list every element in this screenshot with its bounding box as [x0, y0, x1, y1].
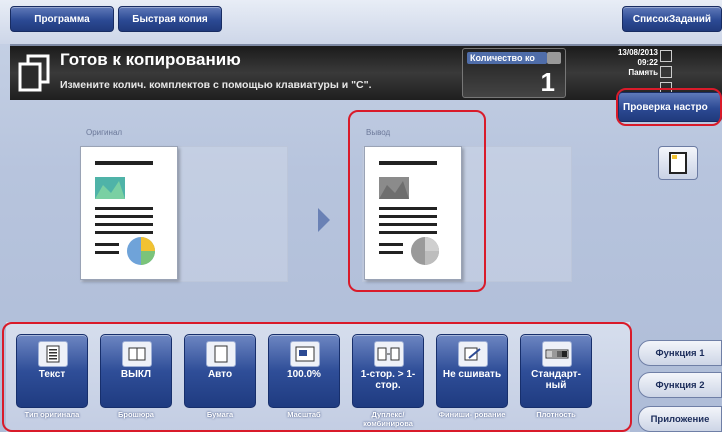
zoom-caption: Масштаб: [287, 410, 321, 419]
paper-button[interactable]: Авто: [184, 334, 256, 408]
copy-count-box[interactable]: Количество ко 1: [462, 48, 566, 98]
duplex-button[interactable]: 1-стор. > 1-стор.: [352, 334, 424, 408]
original-type-button[interactable]: Текст: [16, 334, 88, 408]
density-button[interactable]: Стандарт- ный: [520, 334, 592, 408]
paper-caption: Бумага: [206, 410, 234, 419]
booklet-caption: Брошюра: [118, 410, 154, 419]
arrow-right-icon: [318, 208, 330, 232]
top-bar: Программа Быстрая копия СписокЗаданий: [0, 0, 722, 44]
time-text: 09:22: [637, 58, 658, 67]
tab-function-2[interactable]: Функция 2: [638, 372, 722, 398]
date-time: 13/08/2013 09:22 Память: [614, 48, 658, 78]
original-type-value: Текст: [38, 369, 66, 380]
density-caption: Плотность: [536, 410, 576, 419]
original-label: Оригинал: [86, 128, 123, 137]
staple-icon: [458, 341, 488, 367]
original-type-caption: Тип оригинала: [24, 410, 80, 419]
tab-function-1[interactable]: Функция 1: [638, 340, 722, 366]
original-page-graphic: [95, 161, 155, 265]
tab-application[interactable]: Приложение: [638, 406, 722, 432]
orientation-button[interactable]: [658, 146, 698, 180]
output-label: Вывод: [366, 128, 391, 137]
quick-copy-button[interactable]: Быстрая копия: [118, 6, 222, 32]
finishing-value: Не сшивать: [442, 369, 502, 380]
status-message: Измените колич. комплектов с помощью кла…: [60, 79, 372, 91]
portrait-page-icon: [669, 152, 687, 174]
booklet-button[interactable]: ВЫКЛ: [100, 334, 172, 408]
paper-icon: [206, 341, 236, 367]
zoom-value: 100.0%: [287, 369, 321, 380]
toner-icon: [660, 66, 672, 78]
finishing-button[interactable]: Не сшивать: [436, 334, 508, 408]
check-settings-button[interactable]: Проверка настро: [618, 92, 722, 122]
booklet-value: ВЫКЛ: [120, 369, 152, 380]
density-icon: [542, 341, 572, 367]
memory-icon: [660, 50, 672, 62]
text-document-icon: [38, 341, 68, 367]
program-button[interactable]: Программа: [10, 6, 114, 32]
density-value: Стандарт- ный: [531, 369, 581, 391]
memory-label: Память: [628, 68, 658, 77]
copy-icon: [18, 54, 50, 92]
copy-count-value: 1: [540, 67, 555, 97]
paper-value: Авто: [207, 369, 233, 380]
duplex-icon: [374, 341, 404, 367]
status-bar: Готов к копированию Измените колич. комп…: [10, 44, 722, 100]
status-side-icons: [660, 50, 676, 98]
zoom-icon: [290, 341, 320, 367]
duplex-caption: Дуплекс/ комбинирова: [363, 410, 413, 428]
copy-screen: Программа Быстрая копия СписокЗаданий Го…: [0, 0, 722, 432]
copy-count-label: Количество ко: [467, 52, 547, 64]
output-page-graphic: [379, 161, 439, 265]
function-panel: Текст Тип оригинала ВЫКЛ Брошюра Авто Бу…: [6, 322, 630, 432]
zoom-button[interactable]: 100.0%: [268, 334, 340, 408]
finishing-caption: Финиши- рование: [438, 410, 506, 419]
job-list-button[interactable]: СписокЗаданий: [622, 6, 722, 32]
booklet-icon: [122, 341, 152, 367]
original-page-preview: [80, 146, 178, 280]
output-page-preview: [364, 146, 462, 280]
date-text: 13/08/2013: [617, 48, 658, 57]
lock-icon: [547, 52, 561, 64]
status-title: Готов к копированию: [60, 50, 241, 69]
duplex-value: 1-стор. > 1-стор.: [360, 369, 416, 391]
